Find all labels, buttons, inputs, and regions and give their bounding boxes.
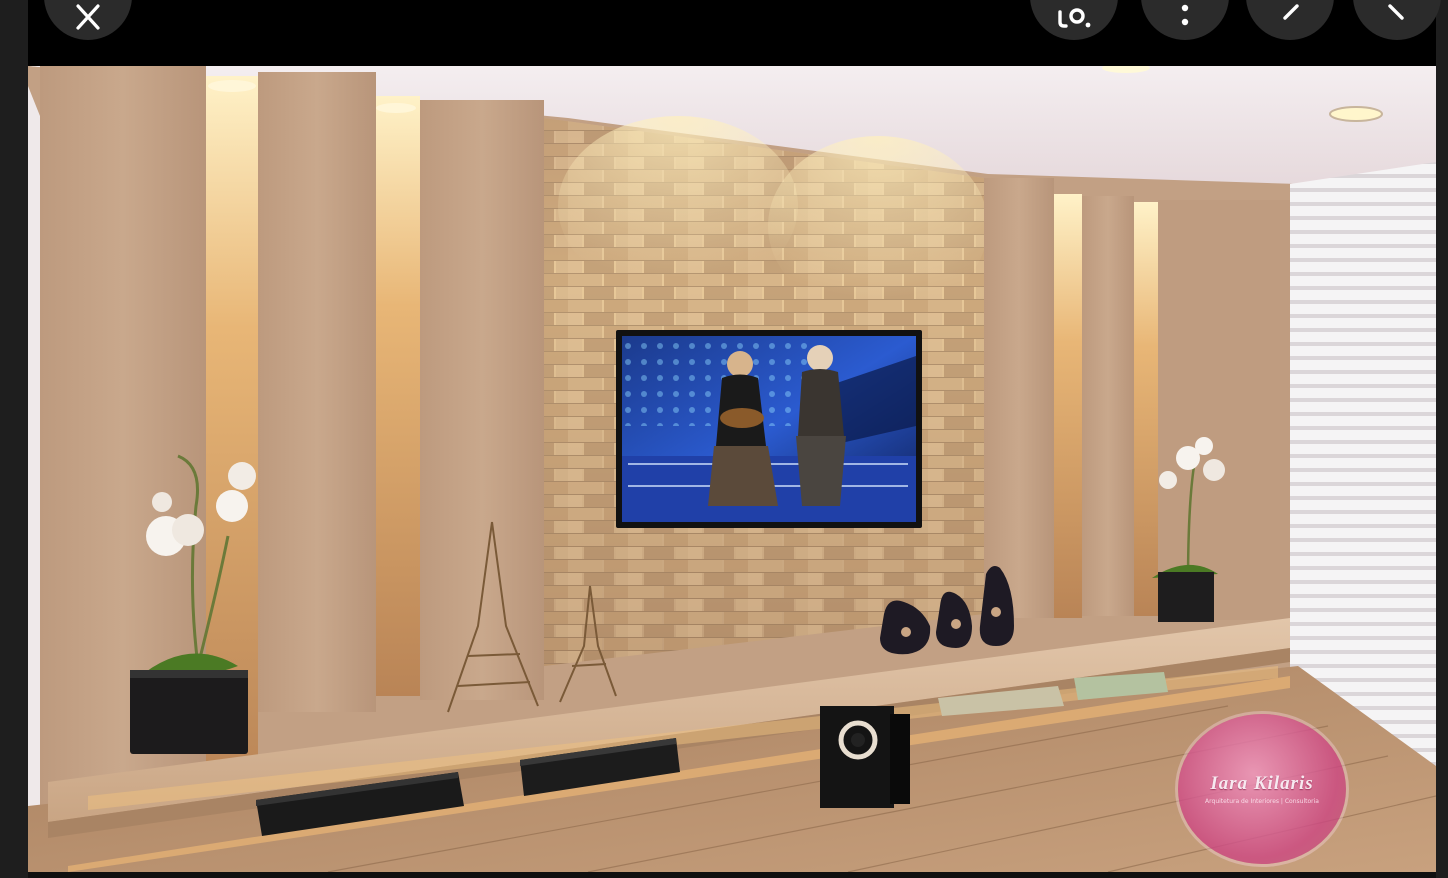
image-viewer: Iara Kilaris Arquitetura de Interiores |…	[0, 0, 1448, 878]
preview-image[interactable]: Iara Kilaris Arquitetura de Interiores |…	[28, 66, 1436, 872]
watermark-name: Iara Kilaris	[1210, 773, 1314, 794]
more-vertical-icon	[1181, 4, 1189, 26]
chevron-left-icon	[1283, 4, 1299, 20]
close-icon	[76, 4, 100, 30]
left-gutter	[0, 0, 28, 878]
watermark-badge: Iara Kilaris Arquitetura de Interiores |…	[1178, 714, 1346, 864]
watermark-subtitle: Arquitetura de Interiores | Consultoria	[1205, 798, 1319, 805]
chevron-right-icon	[1388, 4, 1404, 20]
right-scrollbar[interactable]	[1436, 0, 1448, 878]
lens-search-icon	[1058, 8, 1091, 28]
